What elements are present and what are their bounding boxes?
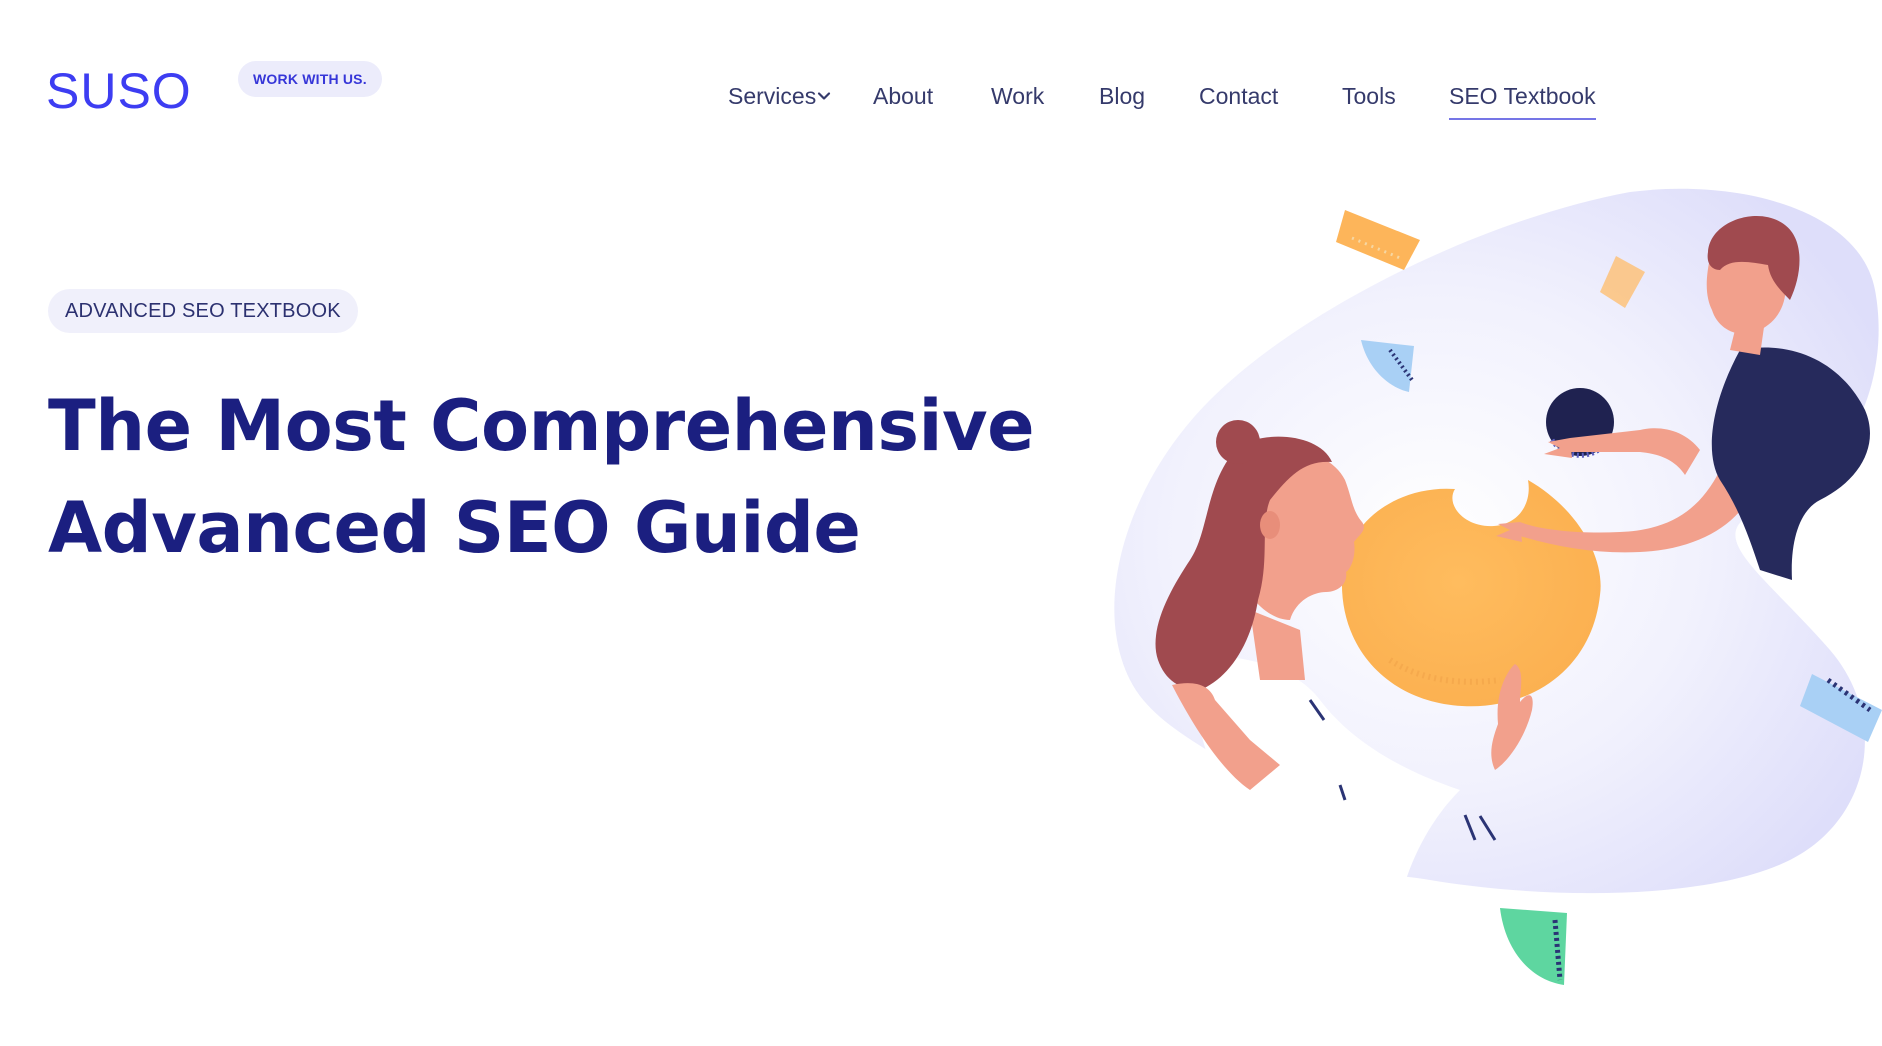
page-title-line-2: Advanced SEO Guide xyxy=(48,487,861,569)
nav-item-about[interactable]: About xyxy=(873,80,933,112)
nav-item-services[interactable]: Services xyxy=(728,80,816,112)
logo[interactable]: SUSO xyxy=(46,66,192,116)
nav-item-blog[interactable]: Blog xyxy=(1099,80,1145,112)
site-header: SUSO WORK WITH US. Services About Work B… xyxy=(0,0,1882,150)
chevron-down-icon[interactable] xyxy=(816,88,832,104)
confetti-orange-bar xyxy=(1336,210,1420,270)
page-title: The Most Comprehensive Advanced SEO Guid… xyxy=(48,375,1035,579)
nav-item-seo-textbook[interactable]: SEO Textbook xyxy=(1449,80,1596,120)
nav-item-work[interactable]: Work xyxy=(991,80,1044,112)
nav-item-tools[interactable]: Tools xyxy=(1342,80,1396,112)
page-title-line-1: The Most Comprehensive xyxy=(48,385,1035,467)
section-eyebrow-badge: ADVANCED SEO TEXTBOOK xyxy=(48,289,358,333)
hero-illustration xyxy=(1114,188,1882,985)
work-with-us-button[interactable]: WORK WITH US. xyxy=(238,61,382,97)
nav-item-contact[interactable]: Contact xyxy=(1199,80,1278,112)
